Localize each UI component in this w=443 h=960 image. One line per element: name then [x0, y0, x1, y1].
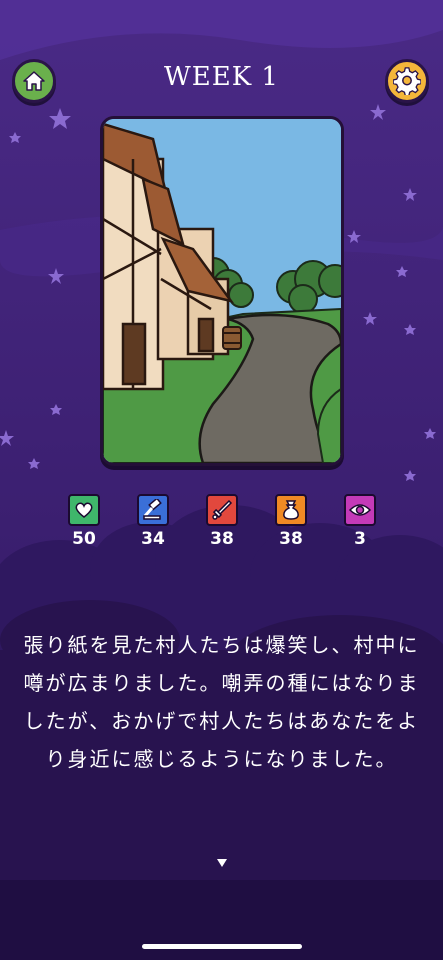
stat-law: 34 — [123, 494, 183, 549]
stat-military: 38 — [192, 494, 252, 549]
gear-icon — [393, 67, 421, 95]
continue-arrow-icon[interactable] — [216, 858, 228, 868]
sword-icon — [206, 494, 238, 526]
settings-button[interactable] — [385, 59, 429, 103]
stat-value-mystery: 3 — [354, 529, 366, 549]
stat-value-wealth: 38 — [279, 529, 303, 549]
gavel-icon — [137, 494, 169, 526]
stat-mystery: 3 — [330, 494, 390, 549]
event-card[interactable] — [100, 116, 344, 466]
village-scene-illustration — [103, 119, 341, 463]
stat-wealth: 38 — [261, 494, 321, 549]
stat-value-heart: 50 — [72, 529, 96, 549]
stats-bar: 50 34 38 38 3 — [0, 494, 443, 554]
stat-value-military: 38 — [210, 529, 234, 549]
stat-heart: 50 — [54, 494, 114, 549]
money-bag-icon — [275, 494, 307, 526]
heart-icon — [68, 494, 100, 526]
eye-icon — [344, 494, 376, 526]
page-title: WEEK 1 — [164, 62, 279, 92]
stat-value-law: 34 — [141, 529, 165, 549]
event-message: 張り紙を見た村人たちは爆笑し、村中に噂が広まりました。嘲弄の種にはなりましたが、… — [23, 633, 420, 771]
home-indicator[interactable] — [142, 944, 302, 949]
